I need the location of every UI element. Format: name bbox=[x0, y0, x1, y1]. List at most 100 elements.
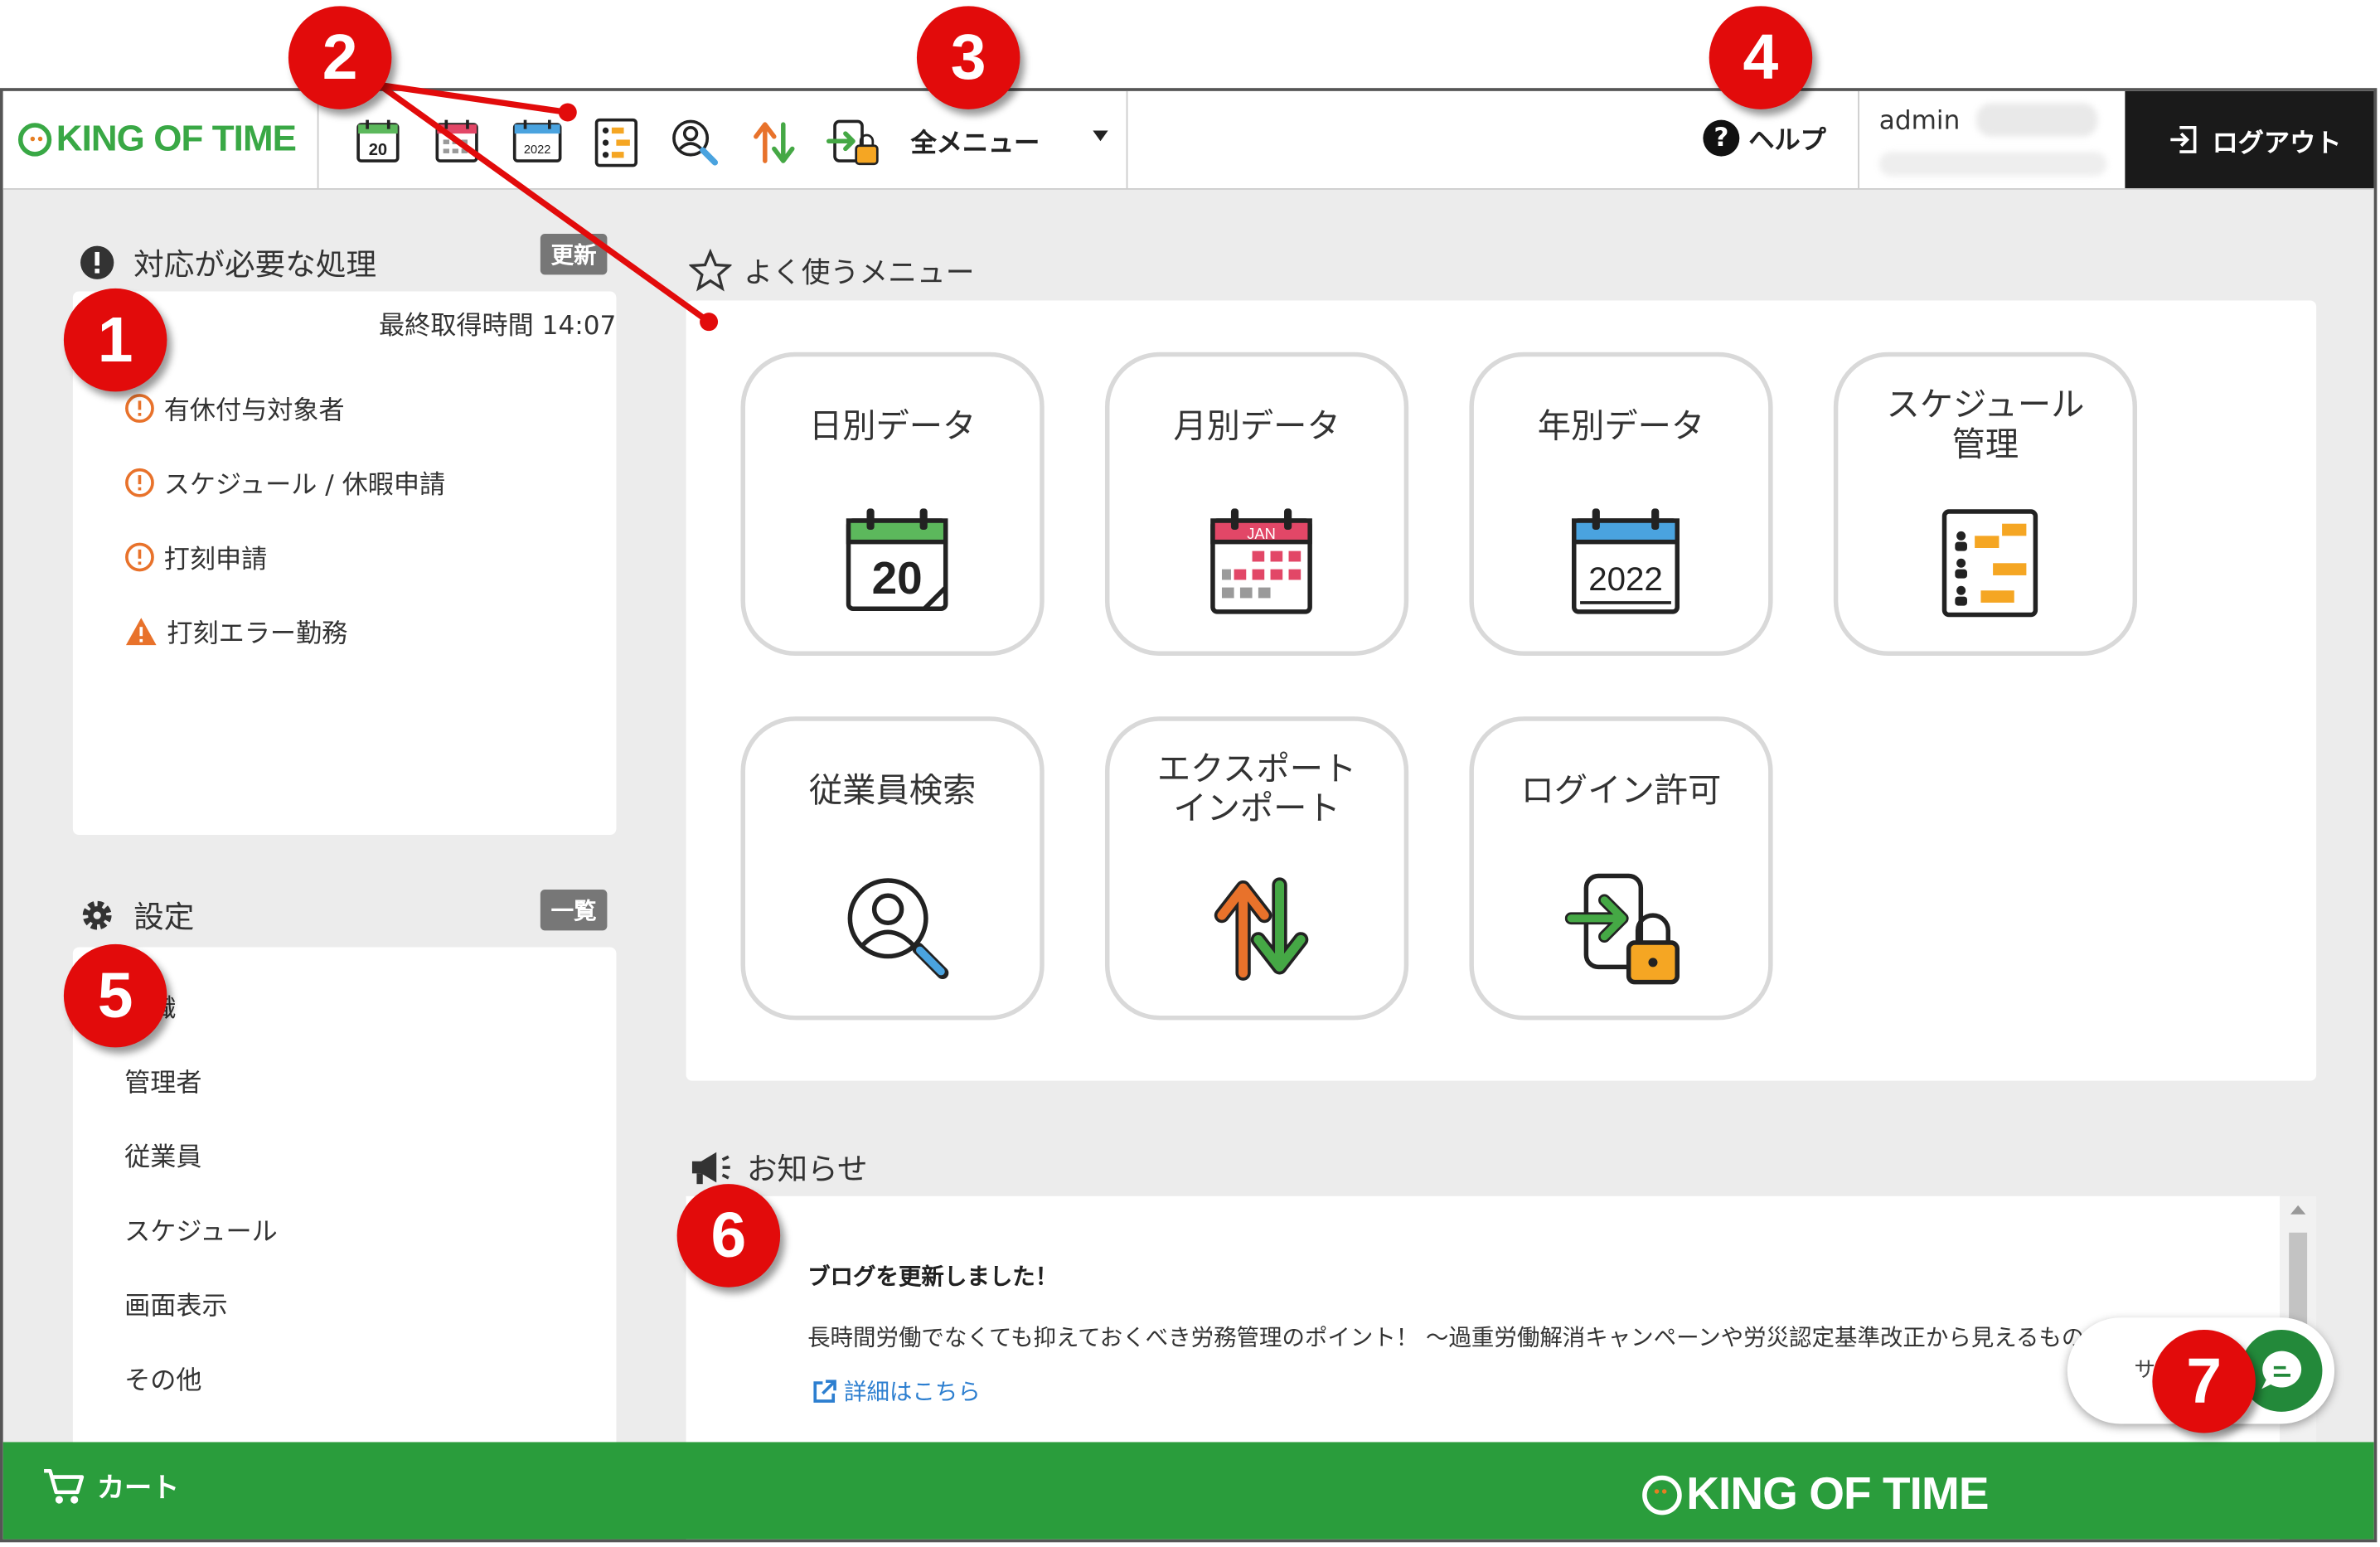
settings-title: 設定 bbox=[79, 893, 194, 937]
all-menu-dropdown[interactable]: 全メニュー bbox=[911, 121, 1040, 160]
tile-daily-data[interactable]: 日別データ 20 bbox=[740, 352, 1045, 656]
alert-item-label: スケジュール / 休暇申請 bbox=[163, 470, 446, 502]
help-icon: ? bbox=[1703, 119, 1740, 156]
blurred-user-detail bbox=[1975, 103, 2098, 137]
employee-search-icon[interactable] bbox=[665, 112, 725, 172]
tile-login-permission[interactable]: ログイン許可 bbox=[1469, 716, 1773, 1021]
tile-monthly-data[interactable]: 月別データ JAN bbox=[1104, 352, 1409, 656]
cart-label: カート bbox=[97, 1472, 180, 1505]
footer-bar: カート KING OF TIME bbox=[2, 1442, 2374, 1540]
alert-item[interactable]: 有休付与対象者 bbox=[124, 389, 345, 427]
logo-clock-icon bbox=[1642, 1475, 1682, 1515]
tile-yearly-data[interactable]: 年別データ 2022 bbox=[1469, 352, 1773, 656]
calendar-day-number: 20 bbox=[872, 552, 923, 604]
monthly-calendar-icon: JAN bbox=[1210, 508, 1312, 614]
chat-bubble-icon bbox=[2261, 1351, 2302, 1389]
settings-item-display[interactable]: 画面表示 bbox=[124, 1284, 228, 1322]
svg-text:2022: 2022 bbox=[524, 143, 551, 157]
tile-label: スケジュール 管理 bbox=[1886, 386, 2085, 465]
star-icon bbox=[689, 249, 732, 292]
export-import-icon bbox=[1214, 877, 1309, 981]
header-divider bbox=[317, 90, 319, 189]
header-divider bbox=[1858, 90, 1859, 189]
gear-icon bbox=[82, 900, 112, 929]
megaphone-icon bbox=[691, 1151, 730, 1184]
daily-calendar-icon: 20 bbox=[846, 508, 948, 611]
info-alert-icon bbox=[125, 393, 154, 423]
refresh-button[interactable]: 更新 bbox=[540, 233, 608, 275]
alert-item-label: 打刻申請 bbox=[163, 545, 268, 575]
settings-title-label: 設定 bbox=[133, 898, 195, 935]
logout-icon bbox=[2169, 125, 2196, 153]
settings-item-employee[interactable]: 従業員 bbox=[124, 1136, 201, 1174]
alert-item[interactable]: スケジュール / 休暇申請 bbox=[124, 463, 445, 501]
last-fetched-time: 最終取得時間 14:07 bbox=[379, 311, 617, 342]
header-logo[interactable]: KING OF TIME bbox=[17, 118, 297, 161]
login-permission-icon[interactable] bbox=[822, 112, 883, 172]
header-divider bbox=[1126, 90, 1128, 189]
tile-export-import[interactable]: エクスポート インポート bbox=[1104, 716, 1409, 1021]
app-root: KING OF TIME 20 2022 全メニュー ? ヘルプ admin ロ… bbox=[0, 0, 2380, 1547]
help-link[interactable]: ? ヘルプ bbox=[1703, 119, 1826, 157]
annotation-badge-7: 7 bbox=[2152, 1329, 2256, 1433]
employee-search-icon bbox=[847, 878, 949, 979]
alert-item[interactable]: 打刻エラー勤務 bbox=[124, 612, 347, 650]
yearly-data-icon[interactable]: 2022 bbox=[507, 112, 568, 172]
browser-window: KING OF TIME 20 2022 全メニュー ? ヘルプ admin ロ… bbox=[0, 88, 2378, 1543]
annotation-badge-6: 6 bbox=[676, 1184, 781, 1288]
annotation-badge-5: 5 bbox=[63, 943, 167, 1048]
news-title: お知らせ bbox=[689, 1145, 868, 1189]
exclamation-icon bbox=[80, 245, 114, 279]
alert-item-label: 打刻エラー勤務 bbox=[167, 619, 348, 650]
tile-label: 年別データ bbox=[1537, 408, 1705, 447]
footer-logo: KING OF TIME bbox=[1642, 1469, 1990, 1520]
calendar-year-label: 2022 bbox=[1588, 560, 1663, 598]
warning-icon bbox=[125, 617, 157, 645]
tile-employee-search[interactable]: 従業員検索 bbox=[740, 716, 1045, 1021]
schedule-icon[interactable] bbox=[586, 112, 647, 172]
svg-text:20: 20 bbox=[369, 141, 387, 159]
news-body: 長時間労働でなくても抑えておくべき労務管理のポイント！ ～過重労働解消キャンペー… bbox=[807, 1323, 2107, 1351]
annotation-badge-4: 4 bbox=[1709, 6, 1813, 109]
alerts-title-label: 対応が必要な処理 bbox=[133, 245, 377, 283]
news-detail-link-label: 詳細はこちら bbox=[844, 1378, 981, 1406]
info-alert-icon bbox=[125, 467, 154, 497]
logout-label: ログアウト bbox=[2212, 128, 2342, 159]
scroll-up-icon[interactable] bbox=[2290, 1205, 2306, 1215]
tile-label: 月別データ bbox=[1173, 408, 1340, 447]
export-import-icon[interactable] bbox=[744, 112, 804, 172]
footer-logo-text: KING OF TIME bbox=[1686, 1469, 1989, 1520]
chevron-down-icon[interactable] bbox=[1093, 130, 1108, 142]
settings-item-admin[interactable]: 管理者 bbox=[124, 1061, 201, 1099]
login-permission-icon bbox=[1564, 873, 1680, 985]
external-link-icon bbox=[813, 1379, 836, 1402]
settings-list-button[interactable]: 一覧 bbox=[540, 889, 608, 931]
cart-icon bbox=[44, 1468, 85, 1504]
alerts-title: 対応が必要な処理 bbox=[79, 240, 376, 284]
info-alert-icon bbox=[125, 541, 154, 571]
news-detail-link[interactable]: 詳細はこちら bbox=[811, 1375, 981, 1407]
tile-label: 日別データ bbox=[808, 408, 977, 447]
annotation-badge-1: 1 bbox=[63, 288, 167, 392]
annotation-badge-3: 3 bbox=[916, 6, 1020, 109]
annotation-badge-2: 2 bbox=[288, 6, 392, 109]
schedule-management-icon bbox=[1941, 509, 2038, 618]
daily-data-icon[interactable]: 20 bbox=[349, 112, 410, 172]
alert-item-label: 有休付与対象者 bbox=[163, 395, 345, 427]
monthly-data-icon[interactable] bbox=[428, 112, 488, 172]
settings-item-other[interactable]: その他 bbox=[124, 1359, 201, 1397]
logo-text: KING OF TIME bbox=[56, 118, 297, 160]
help-label: ヘルプ bbox=[1748, 125, 1826, 157]
calendar-month-label: JAN bbox=[1247, 525, 1276, 542]
cart-link[interactable]: カート bbox=[42, 1467, 179, 1506]
favorites-panel: 日別データ 20 月別データ JAN 年別データ 2022 スケジュール 管理 … bbox=[686, 300, 2317, 1081]
favorites-title-label: よく使うメニュー bbox=[744, 255, 975, 289]
logout-button[interactable]: ログアウト bbox=[2125, 90, 2374, 189]
news-title-label: お知らせ bbox=[746, 1150, 868, 1187]
tile-schedule-management[interactable]: スケジュール 管理 bbox=[1833, 352, 2138, 656]
settings-item-schedule[interactable]: スケジュール bbox=[124, 1210, 278, 1248]
top-header: KING OF TIME 20 2022 全メニュー ? ヘルプ admin ロ… bbox=[2, 90, 2374, 190]
tile-label: ログイン許可 bbox=[1520, 772, 1722, 811]
alert-item[interactable]: 打刻申請 bbox=[124, 537, 267, 575]
user-name: admin bbox=[1878, 106, 1961, 137]
